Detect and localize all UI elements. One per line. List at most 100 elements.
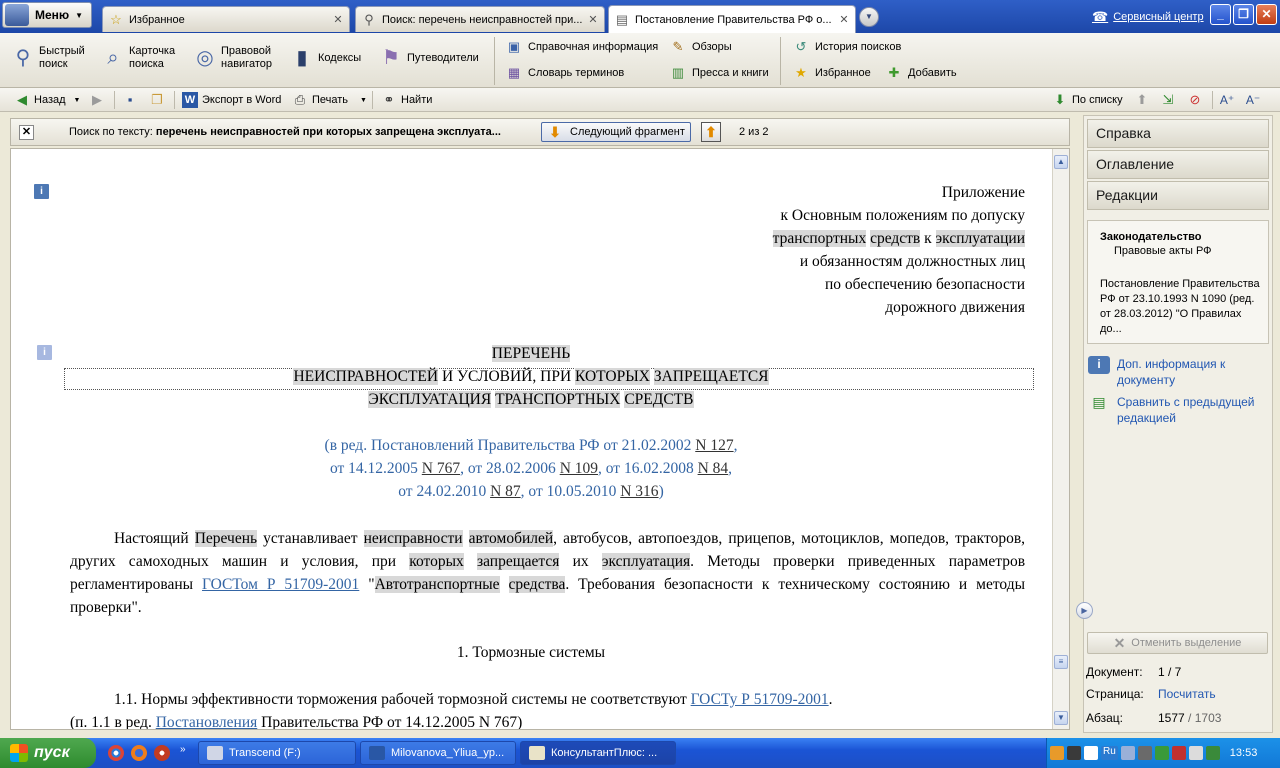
tray-app-icon[interactable] xyxy=(1067,746,1081,760)
search-history-button[interactable]: ↺ История поисков xyxy=(793,39,902,55)
scroll-down-icon[interactable]: ▼ xyxy=(1054,711,1068,725)
up-level-button[interactable]: ⬆ xyxy=(1134,91,1154,109)
revision-link[interactable]: N 109 xyxy=(560,460,598,477)
close-window-button[interactable]: ✕ xyxy=(1256,4,1277,25)
scroll-thumb[interactable]: ≡ xyxy=(1054,655,1068,669)
text: их xyxy=(559,553,602,570)
vertical-scrollbar[interactable]: ▲ ≡ ▼ xyxy=(1052,149,1069,729)
maximize-button[interactable]: ❐ xyxy=(1233,4,1254,25)
minimize-button[interactable]: _ xyxy=(1210,4,1231,25)
text: к xyxy=(920,230,936,247)
close-tab-icon[interactable]: ✕ xyxy=(837,13,851,26)
codes-button[interactable]: ▮ Кодексы xyxy=(289,45,361,71)
word-icon xyxy=(369,746,385,760)
language-indicator[interactable]: Ru xyxy=(1101,746,1118,760)
press-books-button[interactable]: ▥ Пресса и книги xyxy=(670,65,769,81)
network-icon[interactable] xyxy=(1205,746,1220,760)
more-info-link[interactable]: i Доп. информация к документу xyxy=(1088,356,1247,388)
app-logo-icon xyxy=(5,4,29,26)
close-search-icon[interactable]: ✕ xyxy=(19,125,34,140)
cancel-selection-button[interactable]: ✕ Отменить выделение xyxy=(1087,632,1268,654)
tab-favorites[interactable]: ☆ Избранное ✕ xyxy=(102,6,350,32)
highlight: средств xyxy=(870,230,921,247)
close-tab-icon[interactable]: ✕ xyxy=(331,13,345,26)
find-button[interactable]: ⚭ Найти xyxy=(381,91,433,109)
add-favorite-button[interactable]: ✚ Добавить xyxy=(886,65,957,81)
tab-document[interactable]: ▤ Постановление Правительства РФ о... ✕ xyxy=(608,5,856,33)
tab-reference[interactable]: Справка xyxy=(1087,119,1269,148)
print-button[interactable]: ⎙ Печать ▼ xyxy=(292,91,367,109)
copy-button[interactable]: ❐ xyxy=(149,91,169,109)
history-icon: ↺ xyxy=(795,39,807,54)
glossary-button[interactable]: ▦ Словарь терминов xyxy=(506,65,624,81)
service-center-link[interactable]: ☎ Сервисный центр xyxy=(1092,9,1204,25)
revision-link[interactable]: N 127 xyxy=(695,437,733,454)
tab-revisions[interactable]: Редакции xyxy=(1087,181,1269,210)
revision-line: (в ред. Постановлений Правительства РФ о… xyxy=(11,437,1051,455)
search-card-icon: ⌕ xyxy=(107,47,119,69)
task-label: КонсультантПлюс: ... xyxy=(551,747,658,759)
gost-link[interactable]: ГОСТом Р 51709-2001 xyxy=(202,576,359,593)
revision-link[interactable]: N 84 xyxy=(698,460,729,477)
magnifier-icon: ⚲ xyxy=(15,47,31,69)
compare-icon: ▤ xyxy=(1092,394,1106,410)
tray-app-icon[interactable] xyxy=(1084,746,1098,760)
highlight: СРЕДСТВ xyxy=(624,391,694,408)
task-consultant[interactable]: КонсультантПлюс: ... xyxy=(520,741,676,765)
forward-button[interactable]: ▶ xyxy=(89,91,109,109)
tray-app-icon[interactable] xyxy=(1120,746,1135,760)
resolution-link[interactable]: Постановления xyxy=(156,714,258,729)
guides-button[interactable]: ⚑ Путеводители xyxy=(378,45,479,71)
zoom-out-text-button[interactable]: A⁻ xyxy=(1245,91,1265,109)
tray-app-icon[interactable] xyxy=(1171,746,1186,760)
appendix-line: Приложение xyxy=(942,184,1025,202)
quick-search-button[interactable]: ⚲ Быстрый поиск xyxy=(10,45,85,71)
revision-link[interactable]: N 316 xyxy=(620,483,658,500)
legal-navigator-button[interactable]: ◎ Правовой навигатор xyxy=(192,45,272,71)
zoom-in-text-button[interactable]: A⁺ xyxy=(1219,91,1239,109)
remove-bookmark-button[interactable]: ⊘ xyxy=(1187,91,1207,109)
toolbar-divider xyxy=(372,91,373,109)
tray-app-icon[interactable] xyxy=(1137,746,1152,760)
reference-info-button[interactable]: ▣ Справочная информация xyxy=(506,39,658,55)
firefox-icon[interactable] xyxy=(131,745,147,761)
tab-list-button[interactable]: ▼ xyxy=(859,7,879,27)
by-list-button[interactable]: ⬇ По списку xyxy=(1052,91,1123,109)
menu-button[interactable]: Меню ▼ xyxy=(2,2,92,28)
export-word-button[interactable]: W Экспорт в Word xyxy=(182,91,281,109)
task-word-document[interactable]: Milovanova_Yliua_yp... xyxy=(360,741,516,765)
compare-revision-link[interactable]: ▤ Сравнить с предыдущей редакцией xyxy=(1088,394,1272,426)
text: по обеспечению безопасности xyxy=(825,276,1025,293)
go-to-button[interactable]: ⇲ xyxy=(1160,91,1180,109)
gost-link[interactable]: ГОСТу Р 51709-2001 xyxy=(691,691,829,708)
quicklaunch-more-icon[interactable]: » xyxy=(180,744,186,755)
chrome-icon[interactable] xyxy=(108,745,124,761)
scroll-up-icon[interactable]: ▲ xyxy=(1054,155,1068,169)
tray-app-icon[interactable] xyxy=(1050,746,1064,760)
tab-search[interactable]: ⚲ Поиск: перечень неисправностей при... … xyxy=(355,6,605,32)
text: . xyxy=(828,691,833,708)
previous-fragment-button[interactable]: ⬆ xyxy=(701,122,721,142)
counter-label: Страница: xyxy=(1086,687,1144,701)
font-decrease-icon: A⁻ xyxy=(1245,93,1261,107)
search-card-button[interactable]: ⌕ Карточка поиска xyxy=(100,45,175,71)
favorites-button[interactable]: ★ Избранное xyxy=(793,65,871,81)
volume-icon[interactable] xyxy=(1188,746,1203,760)
count-pages-link[interactable]: Посчитать xyxy=(1158,687,1216,701)
reviews-button[interactable]: ✎ Обзоры xyxy=(670,39,732,55)
revision-link[interactable]: N 87 xyxy=(490,483,521,500)
save-button[interactable]: ▪ xyxy=(122,91,142,109)
close-tab-icon[interactable]: ✕ xyxy=(586,13,600,26)
next-fragment-button[interactable]: ⬇ Следующий фрагмент xyxy=(541,122,691,142)
more-info-label: Доп. информация к документу xyxy=(1117,357,1226,387)
label-line2: поиска xyxy=(129,58,164,70)
tray-app-icon[interactable] xyxy=(1154,746,1169,760)
info-icon[interactable]: i xyxy=(34,184,49,199)
task-transcend[interactable]: Transcend (F:) xyxy=(198,741,356,765)
revision-link[interactable]: N 767 xyxy=(422,460,460,477)
start-button[interactable]: пуск xyxy=(0,738,96,768)
tab-contents[interactable]: Оглавление xyxy=(1087,150,1269,179)
collapse-panel-icon[interactable]: ▶ xyxy=(1076,602,1093,619)
opera-icon[interactable] xyxy=(154,745,170,761)
back-button[interactable]: ◀ Назад ▼ xyxy=(14,91,80,109)
